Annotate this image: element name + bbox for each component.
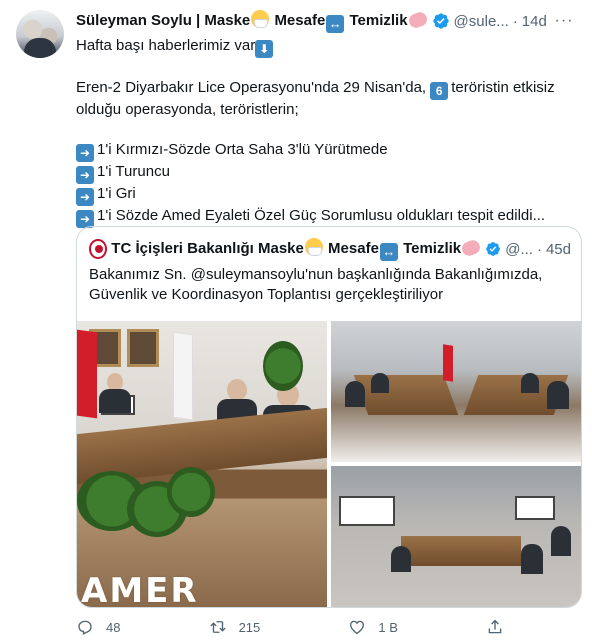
quoted-text-line: Güvenlik ve Koordinasyon Toplantısı gerç…	[89, 286, 444, 303]
portrait-frame	[127, 329, 159, 367]
screen-image	[515, 496, 555, 520]
tweet[interactable]: Süleyman Soylu | Maske Mesafe ↔ Temizlik …	[0, 0, 592, 642]
tweet-actions: 48 215 1 B	[76, 616, 516, 638]
list-item: ➜ 1'i Kırmızı-Sözde Orta Saha 3'lü Yürütm…	[76, 140, 576, 162]
verified-badge-icon	[486, 242, 501, 256]
person	[547, 381, 569, 409]
tweet-body: Hafta başı haberlerimiz var ⬇ Eren-2 Diya…	[76, 36, 576, 228]
mask-emoji-icon	[251, 9, 270, 28]
person	[521, 373, 539, 393]
list-item: ➜ 1'i Turuncu	[76, 162, 576, 184]
quoted-tweet-text: Bakanımız Sn. @suleymansoylu'nun başkanl…	[89, 265, 571, 305]
body-line: olduğu operasyonda, teröristlerin;	[76, 101, 299, 118]
tweet-header: Süleyman Soylu | Maske Mesafe ↔ Temizlik …	[76, 9, 576, 33]
share-button[interactable]	[486, 616, 516, 638]
reply-icon	[78, 620, 92, 635]
quoted-author-handle[interactable]: @...	[505, 241, 533, 258]
plant-image	[167, 467, 215, 517]
author-avatar[interactable]	[16, 10, 64, 58]
screen-image	[339, 496, 395, 526]
like-icon	[350, 620, 365, 635]
verified-badge-icon	[432, 13, 449, 29]
body-line: Eren-2 Diyarbakır Lice Operasyonu'nda 29…	[76, 79, 555, 100]
number-badge: 6	[430, 82, 449, 100]
quoted-tweet-header: TC İçişleri Bakanlığı Maske Mesafe ↔ Temi…	[89, 237, 571, 261]
flag-image	[77, 329, 97, 419]
media-grid: AMER	[77, 321, 581, 607]
table-image	[401, 536, 521, 566]
flag-image	[173, 331, 193, 421]
plant-image	[263, 341, 303, 391]
like-count: 1 B	[378, 619, 398, 635]
photo-meeting-room[interactable]	[331, 321, 581, 462]
quoted-author-avatar[interactable]	[89, 239, 108, 259]
photo-meeting-closeup[interactable]: AMER	[77, 321, 327, 607]
author-name[interactable]: Süleyman Soylu | Maske Mesafe ↔ Temizlik	[76, 9, 429, 33]
arrows-emoji-icon: ↔	[326, 14, 345, 33]
list-item: ➜ 1'i Gri	[76, 184, 576, 206]
person-head	[227, 379, 247, 401]
person	[391, 546, 411, 572]
author-handle[interactable]: @sule...	[454, 13, 509, 30]
body-line: Hafta başı haberlerimiz var ⬇	[76, 36, 576, 58]
quoted-author-name[interactable]: TC İçişleri Bakanlığı Maske Mesafe ↔ Temi…	[111, 237, 483, 261]
soap-emoji-icon	[460, 237, 483, 258]
retweet-button[interactable]: 215	[209, 616, 261, 638]
person	[99, 389, 131, 413]
photo-meeting-wide[interactable]	[331, 466, 581, 607]
person	[371, 373, 389, 393]
flag-image	[443, 344, 453, 382]
soap-emoji-icon	[406, 9, 429, 30]
mask-emoji-icon	[304, 237, 323, 256]
quoted-tweet-time[interactable]: 45d	[546, 241, 571, 258]
more-icon[interactable]: ···	[552, 9, 576, 33]
separator-dot: ·	[536, 240, 542, 258]
right-arrow-emoji-icon: ➜	[76, 188, 94, 206]
retweet-count: 215	[238, 619, 261, 635]
person	[345, 381, 365, 407]
photo-caption-text: AMER	[81, 571, 199, 607]
person	[551, 526, 571, 556]
right-arrow-emoji-icon: ➜	[76, 144, 94, 162]
tweet-time[interactable]: 14d	[522, 13, 547, 30]
arrows-emoji-icon: ↔	[379, 242, 398, 261]
quoted-tweet[interactable]: TC İçişleri Bakanlığı Maske Mesafe ↔ Temi…	[76, 226, 582, 608]
share-icon	[488, 619, 502, 634]
quoted-text-line: Bakanımız Sn. @suleymansoylu'nun başkanl…	[89, 266, 543, 283]
person	[521, 544, 543, 574]
separator-dot: ·	[512, 12, 518, 30]
table-image	[353, 375, 459, 415]
list-item: ➜ 1'i Sözde Amed Eyaleti Özel Güç Sorumlu…	[76, 206, 576, 228]
retweet-icon	[209, 621, 226, 633]
down-arrow-emoji-icon: ⬇	[255, 40, 274, 58]
reply-count: 48	[106, 619, 121, 635]
reply-button[interactable]: 48	[76, 616, 120, 638]
right-arrow-emoji-icon: ➜	[76, 166, 94, 184]
like-button[interactable]: 1 B	[348, 616, 398, 638]
